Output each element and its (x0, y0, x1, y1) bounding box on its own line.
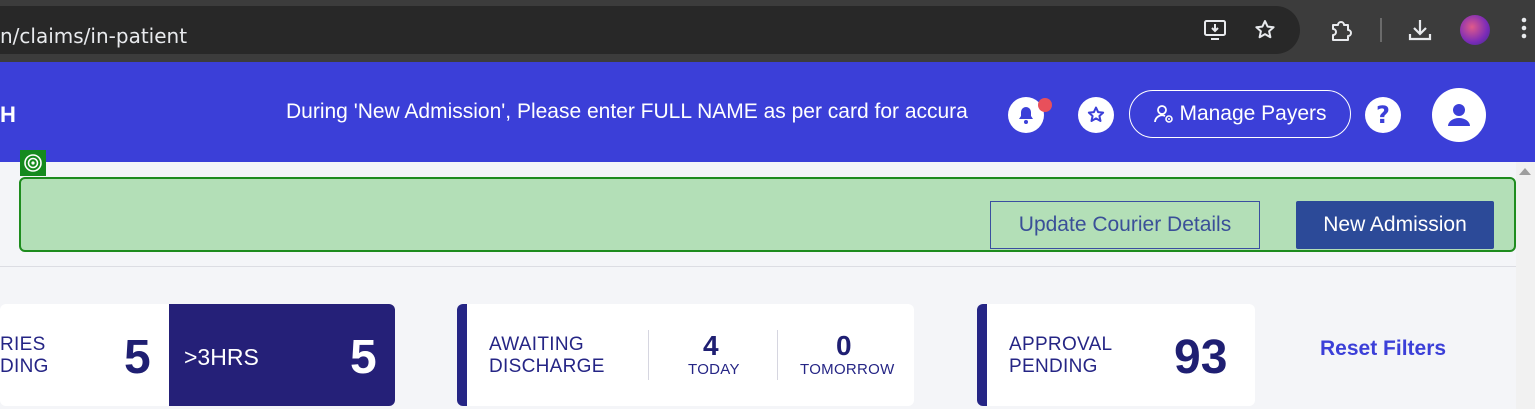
discharge-today-count[interactable]: 4 (703, 330, 719, 362)
downloads-icon[interactable] (1407, 17, 1433, 43)
announcement-text: During 'New Admission', Please enter FUL… (286, 100, 968, 123)
bookmark-star-icon[interactable] (1252, 17, 1278, 43)
queries-count: 5 (124, 331, 151, 384)
user-menu-button[interactable] (1432, 88, 1486, 142)
install-app-icon[interactable] (1203, 17, 1229, 43)
approval-label-line2: PENDING (1009, 356, 1098, 377)
discharge-label-line2: DISCHARGE (489, 356, 605, 377)
discharge-label-line1: AWAITING (489, 334, 584, 355)
toolbar-divider (1380, 18, 1382, 42)
reset-filters-link[interactable]: Reset Filters (1320, 337, 1446, 361)
scrollbar[interactable] (1516, 162, 1535, 409)
browser-toolbar: n/claims/in-patient (0, 0, 1535, 62)
target-icon (20, 150, 46, 176)
bell-icon (1019, 107, 1033, 124)
over-3hrs-count: 5 (350, 331, 377, 384)
scroll-up-arrow-icon[interactable] (1519, 168, 1531, 175)
over-3hrs-label: >3HRS (184, 344, 259, 370)
manage-payers-button[interactable]: Manage Payers (1129, 90, 1351, 138)
card-accent (977, 304, 987, 406)
help-icon: ? (1376, 101, 1390, 129)
address-bar-url[interactable]: n/claims/in-patient (0, 24, 187, 48)
star-icon (1087, 106, 1105, 122)
extensions-icon[interactable] (1328, 17, 1354, 43)
approval-count: 93 (1174, 331, 1228, 384)
card-accent (457, 304, 467, 406)
divider (648, 330, 649, 380)
notification-dot (1038, 98, 1052, 112)
favorites-button[interactable] (1078, 97, 1114, 133)
address-bar[interactable]: n/claims/in-patient (0, 6, 1300, 54)
announcement-ticker: During 'New Admission', Please enter FUL… (286, 100, 980, 130)
update-courier-details-button[interactable]: Update Courier Details (990, 201, 1260, 249)
help-button[interactable]: ? (1365, 97, 1401, 133)
divider (777, 330, 778, 380)
user-icon (1448, 104, 1470, 126)
discharge-tomorrow-label: TOMORROW (800, 361, 895, 378)
action-band (19, 177, 1516, 252)
manage-payers-label: Manage Payers (1179, 102, 1327, 125)
discharge-tomorrow-count[interactable]: 0 (836, 330, 852, 362)
more-menu-icon[interactable] (1520, 15, 1535, 45)
user-settings-icon (1154, 105, 1174, 123)
profile-avatar[interactable] (1460, 15, 1490, 45)
queries-label-line2: DING (0, 356, 49, 377)
discharge-today-label: TODAY (688, 361, 740, 378)
divider (0, 266, 1516, 267)
new-admission-button[interactable]: New Admission (1296, 201, 1494, 249)
approval-label-line1: APPROVAL (1009, 334, 1113, 355)
queries-label-line1: RIES (0, 334, 46, 355)
brand-logo-text[interactable]: H (0, 102, 16, 128)
